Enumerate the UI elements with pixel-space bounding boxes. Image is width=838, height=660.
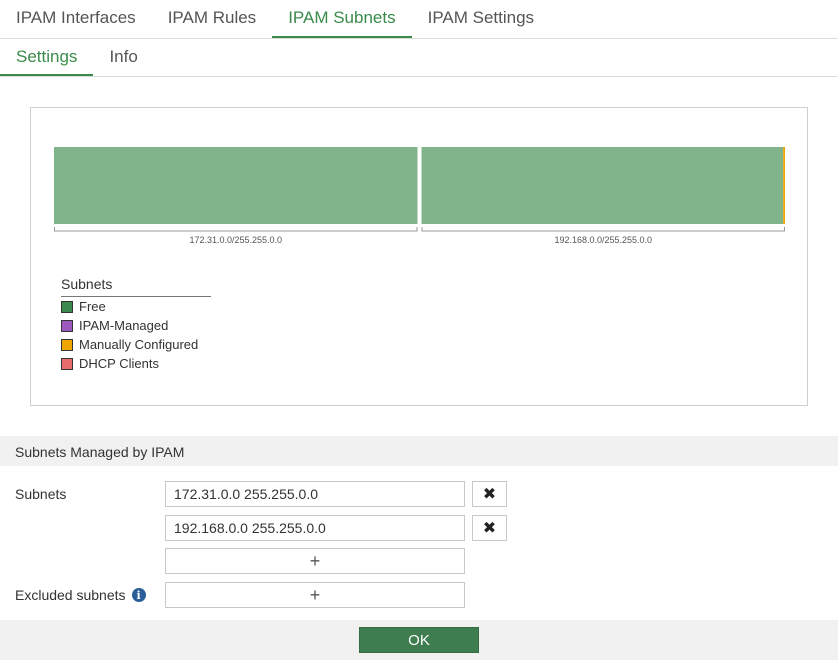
legend-label: Manually Configured (79, 337, 199, 352)
tab-settings[interactable]: Settings (0, 39, 94, 76)
chart-legend: Subnets Free IPAM-Managed Manually Confi… (61, 276, 211, 373)
legend-item-ipam-managed: IPAM-Managed (61, 316, 211, 335)
subnet-chart-panel: 172.31.0.0/255.255.0.0 192.168.0.0/255.25… (30, 107, 808, 406)
close-icon: ✖ (482, 520, 497, 537)
legend-item-manually-configured: Manually Configured (61, 335, 211, 354)
tab-info[interactable]: Info (93, 39, 153, 76)
tab-ipam-interfaces[interactable]: IPAM Interfaces (0, 0, 152, 38)
category-label: 172.31.0.0/255.255.0.0 (189, 235, 282, 245)
subnet-usage-chart: 172.31.0.0/255.255.0.0 192.168.0.0/255.25… (54, 147, 785, 245)
close-icon: ✖ (482, 486, 497, 503)
legend-swatch-dhcp-clients (61, 357, 73, 370)
excluded-subnets-label: Excluded subnets i (15, 587, 146, 603)
subnets-label: Subnets (15, 486, 67, 502)
legend-swatch-manually-configured (61, 338, 73, 351)
legend-label: DHCP Clients (79, 356, 159, 371)
subnet-input-1[interactable]: 172.31.0.0 255.255.0.0 (165, 481, 465, 507)
legend-item-free: Free (61, 297, 211, 316)
delete-subnet-button-2[interactable]: ✖ (472, 515, 507, 541)
legend-title: Subnets (61, 276, 211, 297)
add-subnet-button[interactable]: + (165, 548, 465, 574)
plus-icon: + (309, 584, 321, 605)
tab-ipam-settings[interactable]: IPAM Settings (412, 0, 550, 38)
excluded-subnets-text: Excluded subnets (15, 587, 126, 603)
subnet-input-2[interactable]: 192.168.0.0 255.255.0.0 (165, 515, 465, 541)
bar-segment-manually-configured[interactable] (783, 147, 785, 224)
top-tab-bar: IPAM Interfaces IPAM Rules IPAM Subnets … (0, 0, 838, 39)
bar-segment-free[interactable] (421, 147, 784, 224)
ok-button[interactable]: OK (359, 627, 479, 653)
plus-icon: + (309, 550, 321, 571)
category-bracket (54, 227, 418, 232)
bar-segment-free[interactable] (54, 147, 418, 224)
dialog-footer: OK (0, 620, 838, 660)
category-bracket (421, 227, 785, 232)
delete-subnet-button-1[interactable]: ✖ (472, 481, 507, 507)
tab-ipam-rules[interactable]: IPAM Rules (152, 0, 273, 38)
legend-item-dhcp-clients: DHCP Clients (61, 354, 211, 373)
sub-tab-bar: Settings Info (0, 39, 838, 77)
legend-swatch-ipam-managed (61, 319, 73, 332)
tab-ipam-subnets[interactable]: IPAM Subnets (272, 0, 412, 38)
section-header: Subnets Managed by IPAM (0, 436, 838, 466)
legend-label: IPAM-Managed (79, 318, 169, 333)
legend-swatch-free (61, 300, 73, 313)
add-excluded-subnet-button[interactable]: + (165, 582, 465, 608)
legend-label: Free (79, 299, 106, 314)
category-label: 192.168.0.0/255.255.0.0 (554, 235, 652, 245)
info-icon[interactable]: i (131, 588, 146, 602)
